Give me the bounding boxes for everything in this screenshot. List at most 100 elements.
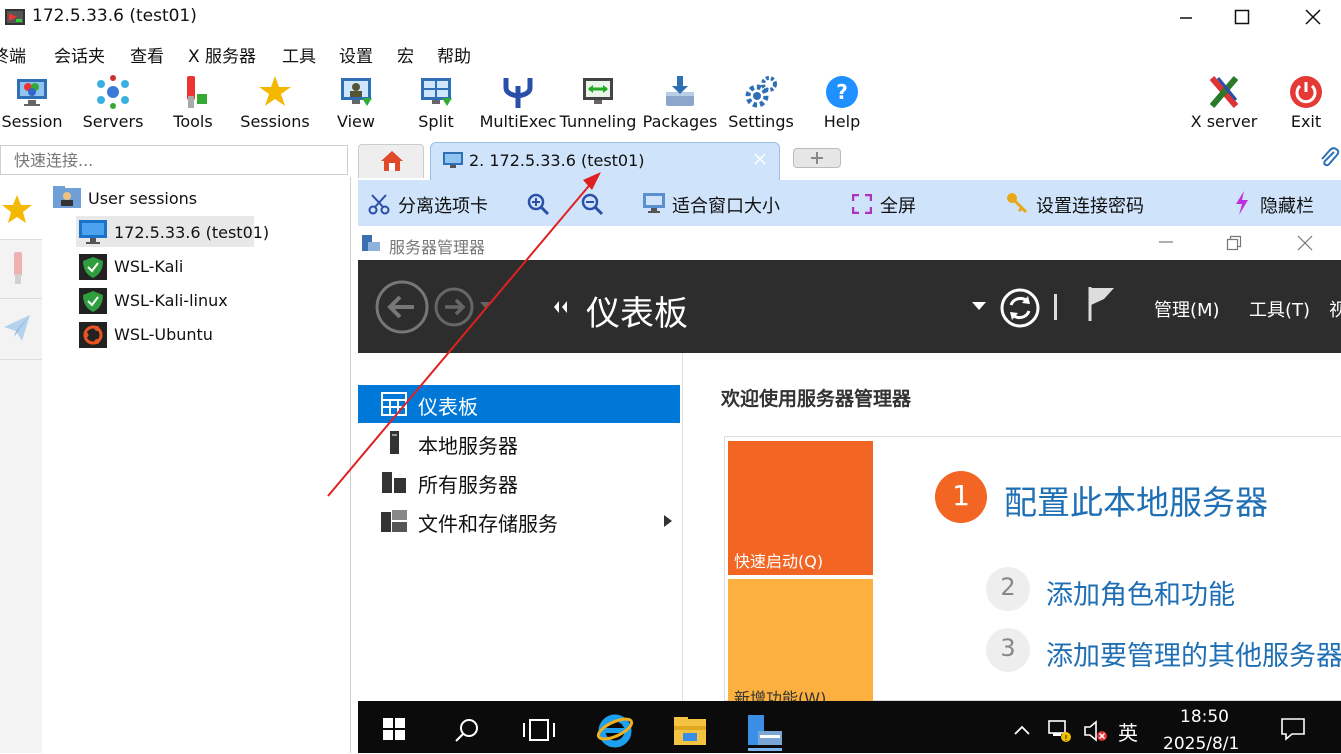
menu-tools[interactable]: 工具 <box>282 42 316 67</box>
sidebar-sessions-tab[interactable] <box>0 177 42 240</box>
tray-expand-icon[interactable] <box>1013 724 1031 736</box>
tools-button[interactable]: Tools <box>153 70 233 134</box>
multiexec-button[interactable]: MultiExec <box>478 70 558 134</box>
welcome-heading: 欢迎使用服务器管理器 <box>721 388 912 410</box>
back-arrow-icon[interactable] <box>374 280 434 334</box>
minimize-button[interactable] <box>1158 0 1214 34</box>
window-title-bar <box>0 0 1341 36</box>
set-password-button[interactable]: 设置连接密码 <box>1036 192 1144 218</box>
internet-explorer-icon[interactable] <box>596 712 634 748</box>
server-manager-window-title: 服务器管理器 <box>389 238 486 257</box>
menu-help[interactable]: 帮助 <box>437 42 471 67</box>
nav-dropdown-icon[interactable] <box>480 302 492 310</box>
tab-home[interactable] <box>358 144 424 178</box>
exit-button[interactable]: Exit <box>1266 70 1341 134</box>
tree-root-label[interactable]: User sessions <box>88 189 197 208</box>
ubuntu-icon <box>79 322 107 348</box>
menu-tools-sm[interactable]: 工具(T) <box>1249 296 1310 322</box>
clock-time[interactable]: 18:50 <box>1180 707 1229 727</box>
close-button[interactable] <box>1285 0 1341 34</box>
view-icon <box>341 78 372 106</box>
notification-flag-icon[interactable] <box>1086 285 1116 323</box>
sm-close-icon[interactable] <box>1297 235 1313 251</box>
new-tab-button[interactable] <box>793 148 841 168</box>
server-manager-title-bar <box>358 226 1341 260</box>
windows-start-icon[interactable] <box>382 717 406 741</box>
collapse-chevrons-icon[interactable] <box>553 300 575 314</box>
ime-indicator[interactable]: 英 <box>1118 717 1138 746</box>
help-button[interactable]: ? Help <box>802 70 882 134</box>
tree-item-wsl-kali[interactable]: WSL-Kali <box>114 257 183 276</box>
sm-minimize-icon[interactable] <box>1158 236 1174 248</box>
exit-label: Exit <box>1290 112 1322 131</box>
scissors-icon <box>368 194 390 215</box>
menu-macro[interactable]: 宏 <box>397 42 414 67</box>
sm-restore-icon[interactable] <box>1226 235 1242 251</box>
task-view-icon[interactable] <box>522 718 556 742</box>
quick-start-tile[interactable]: 快速启动(Q) <box>728 441 873 575</box>
tab-session-label: 2. 172.5.33.6 (test01) <box>469 151 645 170</box>
step-2-link[interactable]: 添加角色和功能 <box>1046 573 1235 612</box>
server-manager-icon <box>362 235 380 251</box>
sessions-button[interactable]: Sessions <box>235 70 315 134</box>
server-manager-taskbar-icon[interactable] <box>746 713 784 749</box>
session-icon <box>17 79 47 106</box>
file-explorer-icon[interactable] <box>673 716 707 746</box>
xserver-button[interactable]: X server <box>1184 70 1264 134</box>
detach-tab-button[interactable]: 分离选项卡 <box>398 192 488 218</box>
monitor-icon <box>443 152 463 168</box>
tab-session-active[interactable]: 2. 172.5.33.6 (test01) <box>430 142 780 180</box>
tab-close-icon[interactable] <box>754 153 766 165</box>
servers-button[interactable]: Servers <box>73 70 153 134</box>
tree-item-wsl-kali-linux[interactable]: WSL-Kali-linux <box>114 291 228 310</box>
notifications-icon[interactable] <box>1280 717 1306 741</box>
help-label: Help <box>823 112 861 131</box>
session-button[interactable]: Session <box>0 70 72 134</box>
zoom-in-icon[interactable] <box>526 192 550 216</box>
tree-item-rdp-session[interactable]: 172.5.33.6 (test01) <box>114 223 269 242</box>
nav-local-server[interactable]: 本地服务器 <box>358 424 680 462</box>
nav-dashboard[interactable]: 仪表板 <box>358 385 680 423</box>
step-1-number: 1 <box>952 479 970 512</box>
active-app-indicator <box>748 748 782 751</box>
step-3-link[interactable]: 添加要管理的其他服务器 <box>1046 634 1341 673</box>
new-features-tile[interactable]: 新增功能(W) <box>728 579 873 701</box>
settings-button[interactable]: Settings <box>721 70 801 134</box>
plus-icon <box>811 152 823 164</box>
split-button[interactable]: Split <box>396 70 476 134</box>
nav-file-storage-label: 文件和存储服务 <box>418 512 558 536</box>
fit-window-button[interactable]: 适合窗口大小 <box>672 192 780 218</box>
menu-terminal[interactable]: 终端 <box>0 42 26 67</box>
hide-bar-button[interactable]: 隐藏栏 <box>1260 192 1314 218</box>
clock-date[interactable]: 2025/8/1 <box>1163 734 1239 754</box>
forward-arrow-icon[interactable] <box>433 286 477 328</box>
menu-view[interactable]: 查看 <box>130 42 164 67</box>
menu-settings[interactable]: 设置 <box>339 42 373 67</box>
view-button[interactable]: View <box>316 70 396 134</box>
gear-icon <box>745 76 777 108</box>
sidebar-tools-tab[interactable] <box>0 240 42 299</box>
tools-icon <box>14 252 22 284</box>
volume-muted-icon[interactable] <box>1083 719 1109 743</box>
fullscreen-button[interactable]: 全屏 <box>880 192 916 218</box>
search-icon[interactable] <box>454 717 480 743</box>
header-dropdown-icon[interactable] <box>972 302 986 311</box>
menu-sessions-folder[interactable]: 会话夹 <box>54 42 105 67</box>
menu-view-sm[interactable]: 视 <box>1329 296 1341 322</box>
tunneling-icon <box>583 78 613 104</box>
maximize-button[interactable] <box>1214 0 1270 34</box>
menu-x-server[interactable]: X 服务器 <box>188 42 256 67</box>
menu-manage[interactable]: 管理(M) <box>1154 296 1220 322</box>
nav-file-storage[interactable]: 文件和存储服务 <box>358 502 680 540</box>
network-icon[interactable]: ! <box>1047 719 1073 743</box>
nav-all-servers[interactable]: 所有服务器 <box>358 463 680 501</box>
sidebar-macros-tab[interactable] <box>0 299 42 360</box>
refresh-icon[interactable] <box>999 287 1041 329</box>
tunneling-button[interactable]: Tunneling <box>558 70 638 134</box>
step-3-number: 3 <box>1000 634 1016 662</box>
packages-button[interactable]: Packages <box>640 70 720 134</box>
zoom-out-icon[interactable] <box>580 192 604 216</box>
tree-item-wsl-ubuntu[interactable]: WSL-Ubuntu <box>114 325 213 344</box>
attachment-icon[interactable] <box>1318 146 1340 170</box>
step-1-link[interactable]: 配置此本地服务器 <box>1004 476 1268 524</box>
